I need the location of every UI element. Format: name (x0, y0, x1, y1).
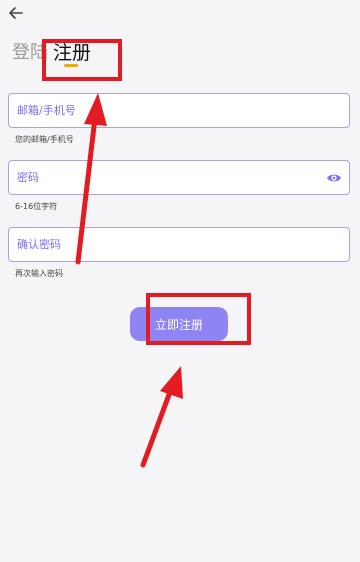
annotation-arrows (75, 93, 183, 468)
password-field[interactable] (8, 160, 350, 195)
password-input[interactable] (17, 161, 317, 194)
active-tab-indicator (64, 64, 78, 67)
email-field[interactable] (8, 93, 350, 128)
eye-icon[interactable] (326, 171, 342, 185)
email-hint: 您的邮箱/手机号 (15, 135, 74, 144)
register-submit-button[interactable]: 立即注册 (130, 307, 228, 341)
email-input[interactable] (17, 94, 317, 127)
confirm-password-hint: 再次输入密码 (15, 269, 63, 278)
confirm-password-field[interactable] (8, 227, 350, 262)
tab-login[interactable]: 登陆 (12, 42, 48, 64)
tab-register[interactable]: 注册 (53, 42, 91, 64)
annotation-arrow-up-button (140, 366, 183, 468)
back-arrow-icon[interactable] (6, 3, 26, 23)
password-hint: 6-16位字符 (15, 202, 58, 211)
confirm-password-input[interactable] (17, 228, 317, 261)
